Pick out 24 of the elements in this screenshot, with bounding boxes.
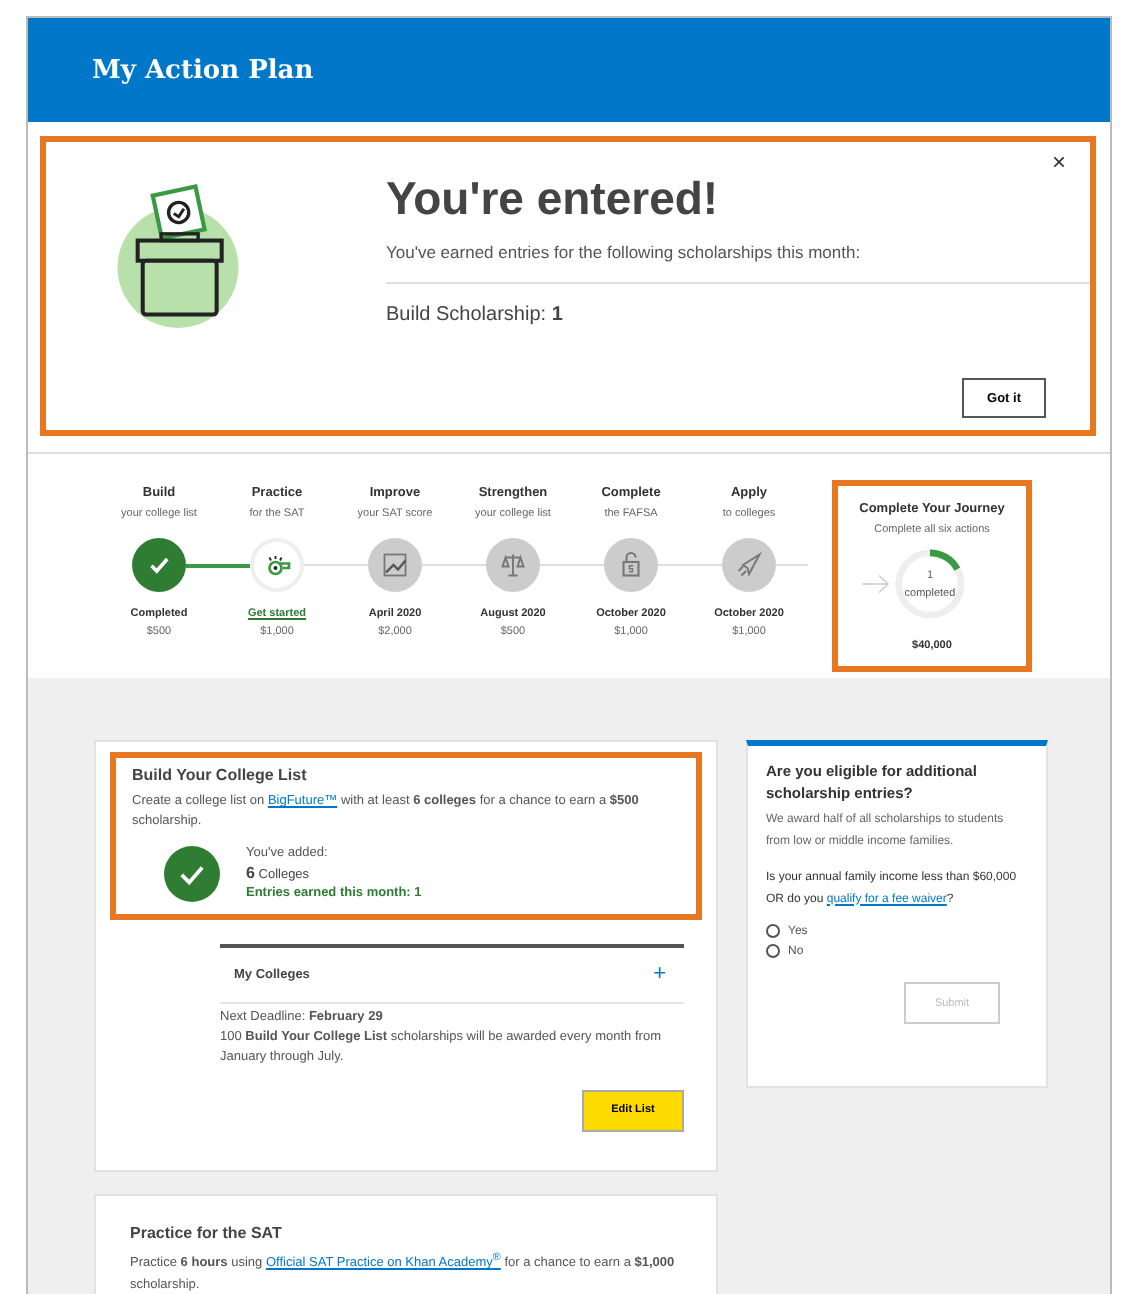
card-title: Practice for the SAT [130, 1224, 284, 1242]
step-badge[interactable] [722, 538, 776, 592]
radio-button[interactable] [766, 924, 780, 938]
arrow-icon [862, 572, 890, 596]
whistle-icon [262, 550, 292, 580]
page-title: My Action Plan [92, 55, 314, 85]
scale-icon [498, 550, 528, 580]
paper-plane-icon [734, 550, 764, 580]
scholarship-entry: Build Scholarship: 1 [386, 304, 563, 326]
step-badge[interactable] [604, 538, 658, 592]
radio-button[interactable] [766, 944, 780, 958]
lock-icon [616, 550, 646, 580]
step-badge[interactable] [250, 538, 304, 592]
check-icon [164, 845, 220, 902]
step-badge[interactable] [132, 538, 186, 592]
step-badge[interactable] [486, 538, 540, 592]
card-title: Build Your College List [132, 766, 309, 784]
modal-message: You've earned entries for the following scholarships this month: [386, 242, 861, 262]
modal-title: You're entered! [386, 172, 719, 226]
close-button[interactable]: × [1051, 148, 1066, 176]
expand-button[interactable]: + [653, 963, 666, 986]
chart-icon [380, 550, 410, 580]
progress-ring [890, 544, 970, 624]
step-badge[interactable] [368, 538, 422, 592]
